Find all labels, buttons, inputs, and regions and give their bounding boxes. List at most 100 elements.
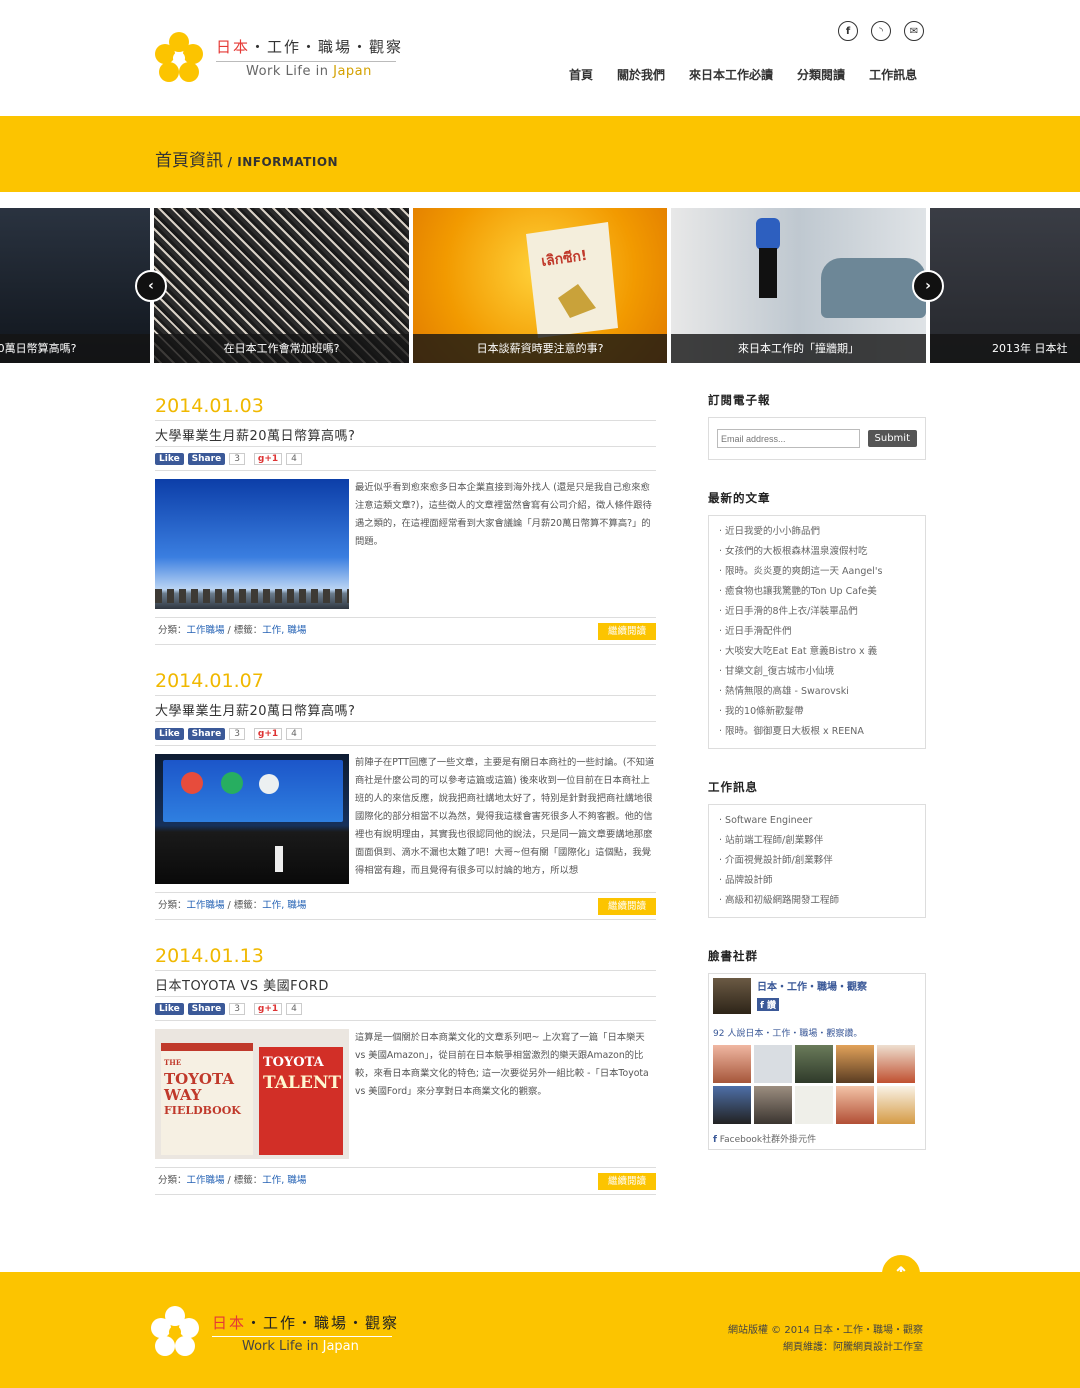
fb-plugin-footer[interactable]: f Facebook社群外掛元件 bbox=[713, 1132, 921, 1145]
category-link[interactable]: 工作職場 bbox=[187, 625, 225, 636]
recent-post-link[interactable]: · 女孩們的大板根森林溫泉渡假村吃 bbox=[715, 542, 919, 562]
avatar[interactable] bbox=[877, 1086, 915, 1124]
category-link[interactable]: 工作職場 bbox=[187, 900, 225, 911]
facebook-title: 臉書社群 bbox=[708, 949, 758, 963]
post-list: 2014.01.03 大學畢業生月薪20萬日幣算高嗎? Like Share 3… bbox=[155, 395, 656, 1220]
facebook-widget: 日本・工作・職場・觀察 f 讚 92 人說日本・工作・職場・觀察讚。 f Fac… bbox=[708, 973, 926, 1150]
gplus-button[interactable]: g+1 bbox=[253, 452, 283, 465]
book-text: TALENT bbox=[263, 1073, 342, 1093]
post-title[interactable]: 大學畢業生月薪20萬日幣算高嗎? bbox=[155, 695, 656, 722]
avatar[interactable] bbox=[713, 1086, 751, 1124]
nav-home[interactable]: 首頁 bbox=[569, 66, 593, 83]
book-text: TOYOTA bbox=[263, 1055, 324, 1070]
recent-post-link[interactable]: · 甘樂文創_復古城市小仙境 bbox=[715, 662, 919, 682]
carousel-slide[interactable]: 月薪20萬日幣算高嗎? bbox=[0, 208, 150, 363]
main-nav: 首頁 關於我們 來日本工作必讀 分類閱讀 工作訊息 bbox=[569, 66, 917, 83]
avatar[interactable] bbox=[754, 1086, 792, 1124]
post-title[interactable]: 日本TOYOTA VS 美國FORD bbox=[155, 970, 656, 997]
copyright: 網站版權 © 2014 日本・工作・職場・觀察 網頁維護：阿騰網頁設計工作室 bbox=[728, 1322, 923, 1356]
slide-caption: 日本談薪資時要注意的事? bbox=[413, 334, 667, 363]
share-count: 3 bbox=[229, 452, 245, 465]
fb-like-button[interactable]: Like bbox=[155, 1002, 184, 1015]
social-links: f ◝ ✉ bbox=[838, 21, 924, 41]
carousel-slide[interactable]: 2013年 日本社 bbox=[930, 208, 1080, 363]
recent-posts-box: · 近日我愛的小小飾品們 · 女孩們的大板根森林溫泉渡假村吃 · 限時。炎炎夏的爽朗… bbox=[708, 515, 926, 749]
recent-post-link[interactable]: · 近日我愛的小小飾品們 bbox=[715, 522, 919, 542]
nav-about[interactable]: 關於我們 bbox=[617, 66, 665, 83]
avatar[interactable] bbox=[754, 1045, 792, 1083]
avatar[interactable] bbox=[795, 1045, 833, 1083]
recent-post-link[interactable]: · 我的10條新歡髮帶 bbox=[715, 702, 919, 722]
rss-icon[interactable]: ◝ bbox=[871, 21, 891, 41]
fb-page-name[interactable]: 日本・工作・職場・觀察 bbox=[757, 978, 867, 993]
tag-links[interactable]: 工作, 職場 bbox=[262, 1175, 306, 1186]
job-link[interactable]: · Software Engineer bbox=[715, 811, 919, 831]
facebook-icon[interactable]: f bbox=[838, 21, 858, 41]
read-more-button[interactable]: 繼續閱讀 bbox=[597, 1173, 656, 1190]
post-thumbnail[interactable]: THE TOYOTA WAY FIELDBOOK TOYOTA TALENT bbox=[155, 1029, 349, 1159]
gplus-button[interactable]: g+1 bbox=[253, 727, 283, 740]
recent-post-link[interactable]: · 限時。炎炎夏的爽朗這一天 Aangel's bbox=[715, 562, 919, 582]
site-logo[interactable]: 日本・工作・職場・觀察 Work Life in Japan bbox=[152, 30, 402, 86]
category-link[interactable]: 工作職場 bbox=[187, 1175, 225, 1186]
post-thumbnail[interactable] bbox=[155, 479, 349, 609]
slide-caption: 2013年 日本社 bbox=[930, 334, 1080, 363]
avatar[interactable] bbox=[713, 1045, 751, 1083]
gplus-count: 4 bbox=[286, 1002, 302, 1015]
post-title[interactable]: 大學畢業生月薪20萬日幣算高嗎? bbox=[155, 420, 656, 447]
post-thumbnail[interactable] bbox=[155, 754, 349, 884]
share-bar: Like Share 3 g+1 4 bbox=[155, 447, 656, 471]
recent-post-link[interactable]: · 癒食物也讓我驚艷的Ton Up Cafe美 bbox=[715, 582, 919, 602]
submit-button[interactable]: Submit bbox=[867, 430, 917, 447]
job-link[interactable]: · 品牌設計師 bbox=[715, 871, 919, 891]
mail-icon[interactable]: ✉ bbox=[904, 21, 924, 41]
recent-post-link[interactable]: · 限時。御御夏日大板根 x REENA bbox=[715, 722, 919, 742]
job-link[interactable]: · 介面視覺設計師/創業夥伴 bbox=[715, 851, 919, 871]
fb-share-button[interactable]: Share bbox=[187, 1002, 226, 1015]
email-input[interactable] bbox=[717, 429, 860, 448]
recent-post-link[interactable]: · 大啖安大吃Eat Eat 意義Bistro x 義 bbox=[715, 642, 919, 662]
post-meta: 分類：工作職場 / 標籤：工作, 職場 繼續閱讀 bbox=[155, 892, 656, 920]
recent-post-link[interactable]: · 近日手滑配件們 bbox=[715, 622, 919, 642]
read-more-button[interactable]: 繼續閱讀 bbox=[597, 898, 656, 915]
newsletter-title: 訂閱電子報 bbox=[708, 393, 771, 407]
avatar[interactable] bbox=[795, 1086, 833, 1124]
recent-post-link[interactable]: · 近日手滑的8件上衣/洋裝單品們 bbox=[715, 602, 919, 622]
gplus-button[interactable]: g+1 bbox=[253, 1002, 283, 1015]
read-more-button[interactable]: 繼續閱讀 bbox=[597, 623, 656, 640]
avatar[interactable] bbox=[877, 1045, 915, 1083]
job-link[interactable]: · 站前端工程師/創業夥伴 bbox=[715, 831, 919, 851]
recent-post-link[interactable]: · 熱情無限的高雄 - Swarovski bbox=[715, 682, 919, 702]
slide-caption: 月薪20萬日幣算高嗎? bbox=[0, 334, 150, 363]
jobs-box: · Software Engineer · 站前端工程師/創業夥伴 · 介面視覺設計… bbox=[708, 804, 926, 918]
post-date: 2014.01.07 bbox=[155, 670, 264, 692]
avatar[interactable] bbox=[836, 1086, 874, 1124]
book-text: TOYOTA bbox=[164, 1070, 234, 1088]
facebook-icon: f bbox=[713, 1135, 717, 1145]
post-date: 2014.01.13 bbox=[155, 945, 264, 967]
footer-logo[interactable]: 日本・工作・職場・觀察 Work Life in Japan bbox=[148, 1304, 408, 1358]
nav-categories[interactable]: 分類閱讀 bbox=[797, 66, 845, 83]
carousel-prev-button[interactable]: ‹ bbox=[135, 270, 167, 302]
book-text: WAY bbox=[164, 1086, 202, 1104]
nav-jobs[interactable]: 工作訊息 bbox=[869, 66, 917, 83]
fb-page-avatar[interactable] bbox=[713, 978, 751, 1014]
carousel-slide[interactable]: 來日本工作的「撞牆期」 bbox=[671, 208, 926, 363]
tag-links[interactable]: 工作, 職場 bbox=[262, 625, 306, 636]
carousel-slide[interactable]: 在日本工作會常加班嗎? bbox=[154, 208, 409, 363]
jobs-title: 工作訊息 bbox=[708, 780, 758, 794]
fb-like-button[interactable]: f 讚 bbox=[757, 998, 780, 1011]
nav-must-read[interactable]: 來日本工作必讀 bbox=[689, 66, 773, 83]
fb-like-count: 92 人說日本・工作・職場・觀察讚。 bbox=[713, 1029, 863, 1039]
fb-like-button[interactable]: Like bbox=[155, 727, 184, 740]
copyright-text: 網站版權 © 2014 日本・工作・職場・觀察 bbox=[728, 1325, 923, 1336]
carousel-next-button[interactable]: › bbox=[912, 270, 944, 302]
carousel-slide[interactable]: เลิกซีก! 日本談薪資時要注意的事? bbox=[413, 208, 667, 363]
fb-share-button[interactable]: Share bbox=[187, 727, 226, 740]
post-item: 2014.01.13 日本TOYOTA VS 美國FORD Like Share… bbox=[155, 945, 656, 1220]
avatar[interactable] bbox=[836, 1045, 874, 1083]
tag-links[interactable]: 工作, 職場 bbox=[262, 900, 306, 911]
job-link[interactable]: · 高級和初級網路開發工程師 bbox=[715, 891, 919, 911]
fb-like-button[interactable]: Like bbox=[155, 452, 184, 465]
fb-share-button[interactable]: Share bbox=[187, 452, 226, 465]
